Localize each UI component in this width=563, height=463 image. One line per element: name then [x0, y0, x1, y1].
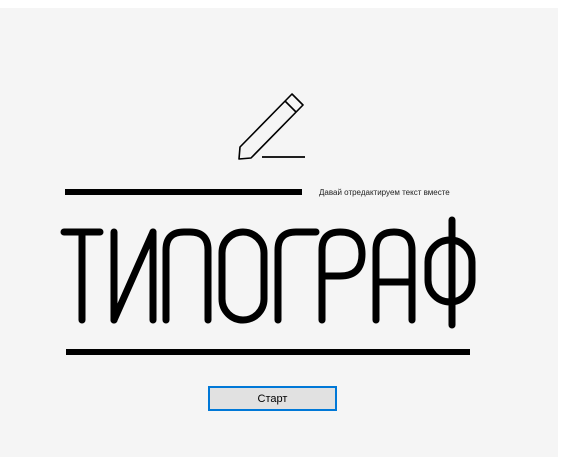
tagline: Давай отредактируем текст вместе: [319, 188, 450, 197]
start-button[interactable]: Старт: [208, 386, 337, 411]
bottom-rule: [66, 349, 470, 355]
top-rule: [65, 189, 302, 195]
pencil-icon: [238, 93, 305, 160]
logo-wordmark: [60, 216, 476, 329]
